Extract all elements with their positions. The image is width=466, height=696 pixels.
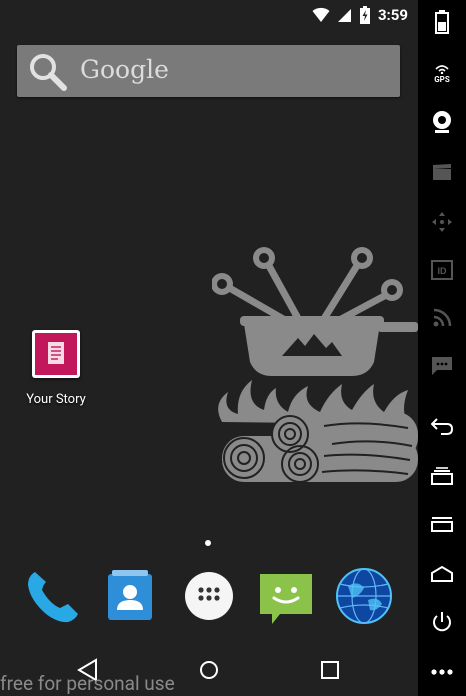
chat-bubble-icon [432,357,452,375]
sidebar-screencast[interactable] [418,150,466,194]
home-icon[interactable] [193,654,225,686]
id-card-icon: ID [431,260,453,280]
dock [0,560,418,634]
gps-label: GPS [434,75,450,84]
svg-text:ID: ID [438,266,448,276]
status-bar: 3:59 [0,0,418,30]
page-indicator-dot [205,540,211,546]
sidebar-home[interactable] [418,552,466,596]
power-icon [433,612,451,632]
dock-contacts[interactable] [100,566,160,626]
contacts-icon [108,570,152,620]
dock-app-drawer[interactable] [179,566,239,626]
sidebar-battery[interactable] [418,0,466,44]
sidebar-network[interactable] [418,296,466,340]
gps-signal-icon [435,65,449,74]
sidebar-camera[interactable] [418,100,466,144]
clapperboard-icon [433,164,451,180]
sidebar-dpad[interactable] [418,200,466,244]
sidebar-more[interactable] [418,650,466,694]
device-screen: 3:59 Google Your Story free for personal… [0,0,418,696]
watermark-text: free for personal use [0,672,175,695]
sidebar-gps[interactable]: GPS [418,52,466,96]
dpad-icon [432,212,452,232]
battery-icon [435,10,449,34]
app-drawer-icon [185,572,233,620]
webcam-icon [433,111,451,133]
recent-apps-stack-icon [431,467,453,485]
dock-browser[interactable] [334,566,394,626]
menu-icon [431,517,453,532]
search-icon [30,54,67,91]
battery-charging-icon [359,6,370,24]
dock-phone[interactable] [22,566,82,626]
sidebar-sms[interactable] [418,344,466,388]
recent-apps-icon[interactable] [314,654,346,686]
status-icons: 3:59 [312,4,408,26]
status-clock: 3:59 [377,6,408,24]
globe-icon [336,568,392,624]
sidebar-menu[interactable] [418,502,466,546]
home-outline-icon [431,565,453,582]
app-shortcut-your-story[interactable]: Your Story [20,330,92,407]
your-story-app-icon [32,330,80,378]
messaging-icon [260,574,312,624]
emulator-sidebar: GPS ID [418,0,466,696]
dock-messaging[interactable] [256,566,316,626]
wifi-icon [312,7,330,22]
back-arrow-icon [431,418,453,435]
wallpaper-fondue-illustration [212,247,418,483]
google-search-bar[interactable]: Google [17,45,400,97]
sidebar-power[interactable] [418,600,466,644]
document-icon [48,342,64,364]
sidebar-back[interactable] [418,404,466,448]
sidebar-recent-apps[interactable] [418,454,466,498]
sidebar-identifiers[interactable]: ID [418,248,466,292]
rss-feed-icon [433,308,452,327]
phone-icon [28,572,78,623]
more-dots-icon [431,669,453,675]
app-label-your-story: Your Story [26,392,86,407]
search-bar-label: Google [80,55,169,84]
signal-icon [337,9,351,22]
